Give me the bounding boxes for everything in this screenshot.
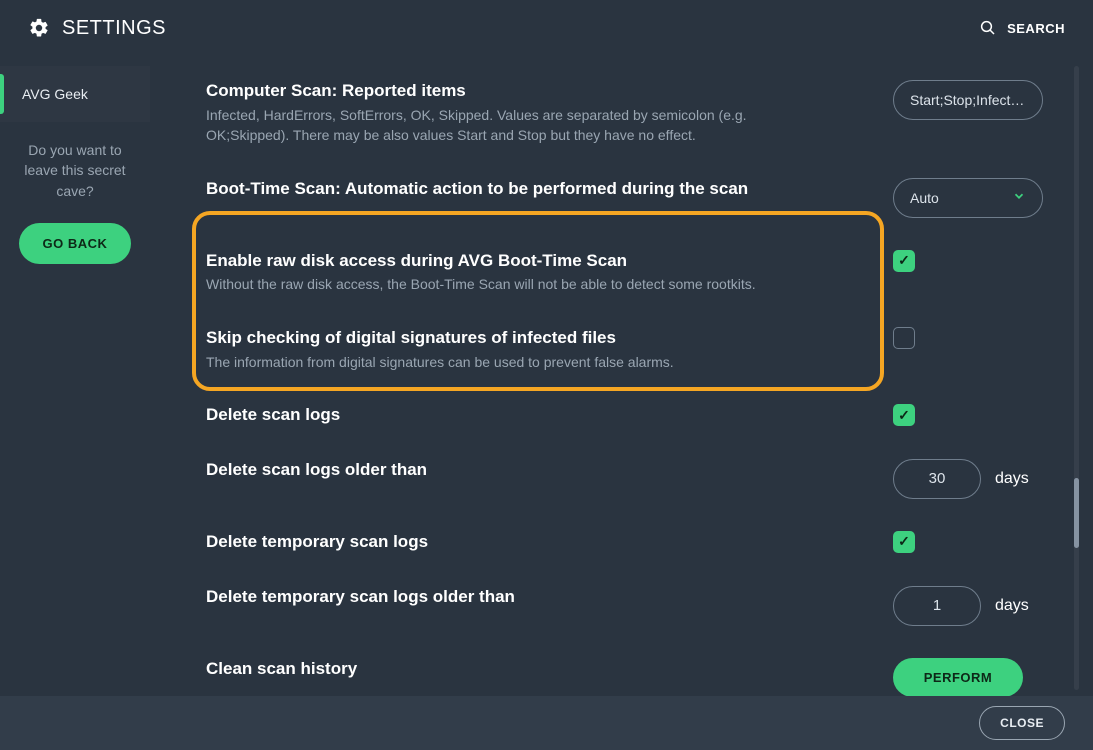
number-row: days [893,586,1029,626]
setting-delete-temp-older: Delete temporary scan logs older than da… [206,572,1043,644]
setting-text: Delete temporary scan logs older than [206,586,826,609]
setting-desc: The information from digital signatures … [206,352,796,372]
setting-text: Delete temporary scan logs [206,531,826,554]
gear-icon [28,17,50,39]
setting-boot-time-action: Boot-Time Scan: Automatic action to be p… [206,164,1043,236]
control: ✓ [893,531,1043,553]
control: Auto [893,178,1043,218]
select-value: Auto [910,190,939,206]
setting-skip-signatures: Skip checking of digital signatures of i… [206,313,1043,390]
delete-temp-logs-checkbox[interactable]: ✓ [893,531,915,553]
page-title: SETTINGS [62,17,166,40]
delete-logs-days-input[interactable] [893,459,981,499]
setting-text: Skip checking of digital signatures of i… [206,327,826,372]
setting-text: Clean scan history [206,658,826,681]
sidebar: AVG Geek Do you want to leave this secre… [0,56,150,696]
header-left: SETTINGS [28,17,166,40]
content: Computer Scan: Reported items Infected, … [150,56,1093,696]
setting-text: Computer Scan: Reported items Infected, … [206,80,826,146]
search-label: SEARCH [1007,21,1065,36]
sidebar-item-avg-geek[interactable]: AVG Geek [0,66,150,122]
setting-title: Delete temporary scan logs older than [206,586,796,609]
unit-label: days [995,470,1029,488]
close-button[interactable]: CLOSE [979,706,1065,740]
reported-items-input[interactable] [893,80,1043,120]
header: SETTINGS SEARCH [0,0,1093,56]
control [893,327,1043,349]
control: days [893,459,1043,499]
setting-text: Delete scan logs [206,404,826,427]
sidebar-item-label: AVG Geek [22,86,88,102]
setting-clean-history: Clean scan history PERFORM [206,644,1043,696]
setting-text: Boot-Time Scan: Automatic action to be p… [206,178,826,201]
sidebar-question: Do you want to leave this secret cave? [0,140,150,201]
setting-text: Enable raw disk access during AVG Boot-T… [206,250,826,295]
setting-title: Delete scan logs [206,404,796,427]
control: ✓ [893,250,1043,272]
footer-bar: CLOSE [0,696,1093,750]
scrollbar-track[interactable] [1074,66,1079,690]
scrollbar-thumb[interactable] [1074,478,1079,548]
search-icon [979,19,997,37]
control: ✓ [893,404,1043,426]
setting-desc: Without the raw disk access, the Boot-Ti… [206,274,796,294]
delete-temp-days-input[interactable] [893,586,981,626]
raw-disk-access-checkbox[interactable]: ✓ [893,250,915,272]
setting-title: Clean scan history [206,658,796,681]
perform-button[interactable]: PERFORM [893,658,1023,696]
setting-title: Delete scan logs older than [206,459,796,482]
unit-label: days [995,597,1029,615]
setting-delete-logs-older: Delete scan logs older than days [206,445,1043,517]
setting-delete-scan-logs: Delete scan logs ✓ [206,390,1043,445]
control [893,80,1043,120]
control: days [893,586,1043,626]
setting-title: Delete temporary scan logs [206,531,796,554]
delete-scan-logs-checkbox[interactable]: ✓ [893,404,915,426]
chevron-down-icon [1012,189,1026,206]
setting-title: Skip checking of digital signatures of i… [206,327,796,350]
setting-title: Computer Scan: Reported items [206,80,796,103]
control: PERFORM [893,658,1043,696]
go-back-button[interactable]: GO BACK [19,223,132,264]
setting-text: Delete scan logs older than [206,459,826,482]
boot-time-action-select[interactable]: Auto [893,178,1043,218]
number-row: days [893,459,1029,499]
body-area: AVG Geek Do you want to leave this secre… [0,56,1093,696]
setting-computer-scan-reported: Computer Scan: Reported items Infected, … [206,66,1043,164]
skip-signatures-checkbox[interactable] [893,327,915,349]
setting-desc: Infected, HardErrors, SoftErrors, OK, Sk… [206,105,796,146]
setting-title: Boot-Time Scan: Automatic action to be p… [206,178,796,201]
setting-delete-temp-logs: Delete temporary scan logs ✓ [206,517,1043,572]
setting-raw-disk-access: Enable raw disk access during AVG Boot-T… [206,236,1043,313]
setting-title: Enable raw disk access during AVG Boot-T… [206,250,796,273]
search-button[interactable]: SEARCH [979,19,1065,37]
